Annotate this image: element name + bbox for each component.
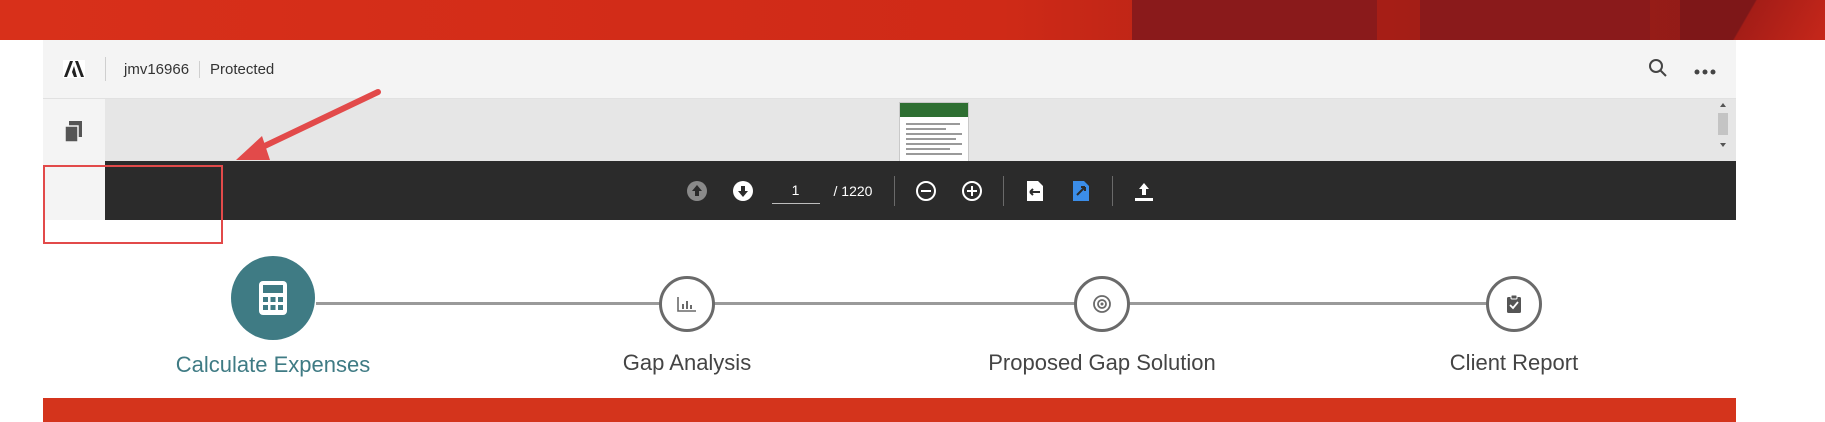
target-icon: [1074, 276, 1130, 332]
upload-icon[interactable]: [1129, 176, 1159, 206]
zoom-in-icon[interactable]: [957, 176, 987, 206]
toolbar-divider: [1112, 175, 1114, 206]
step-label: Gap Analysis: [622, 350, 752, 375]
vertical-scrollbar[interactable]: [1716, 99, 1730, 161]
zoom-out-icon[interactable]: [911, 176, 941, 206]
toolbar-divider: [1003, 175, 1005, 206]
step-proposed-gap-solution[interactable]: Proposed Gap Solution: [972, 262, 1232, 376]
page-thumbnail: [899, 102, 969, 161]
header-divider: [105, 57, 106, 81]
more-icon[interactable]: [1694, 62, 1716, 80]
annotation-highlight-box: [43, 165, 223, 244]
pages-icon[interactable]: [64, 121, 83, 148]
step-label: Client Report: [1449, 350, 1579, 375]
banner-block: [1420, 0, 1650, 40]
toolbar-divider: [894, 175, 896, 206]
step-label: Calculate Expenses: [175, 352, 371, 377]
step-calculate-expenses[interactable]: Calculate Expenses: [143, 256, 403, 378]
pdf-viewer: jmv16966 Protected 1 / 1220: [43, 40, 1736, 220]
page-total: / 1220: [833, 182, 873, 199]
calculator-icon: [231, 256, 315, 340]
top-banner: [0, 0, 1825, 40]
document-status: Protected: [199, 60, 274, 78]
step-gap-analysis[interactable]: Gap Analysis: [557, 262, 817, 376]
document-canvas: [105, 99, 1736, 161]
pdf-toolbar: / 1220: [105, 161, 1736, 220]
viewer-header: jmv16966 Protected: [43, 40, 1736, 99]
search-icon[interactable]: [1648, 58, 1668, 83]
stepper-connector: [316, 302, 1514, 305]
banner-block: [1132, 0, 1377, 40]
banner-slash: [1680, 0, 1825, 40]
page-up-icon[interactable]: [682, 176, 712, 206]
bottom-banner: [43, 398, 1736, 422]
chart-icon: [659, 276, 715, 332]
progress-stepper: Calculate Expenses Gap Analysis Proposed…: [0, 256, 1825, 382]
step-label: Proposed Gap Solution: [988, 350, 1216, 375]
page-down-icon[interactable]: [728, 176, 758, 206]
document-name: jmv16966: [124, 60, 190, 78]
adobe-logo-icon: [43, 40, 105, 98]
fit-width-icon[interactable]: [1066, 176, 1096, 206]
clipboard-icon: [1486, 276, 1542, 332]
page-number-input[interactable]: [771, 177, 820, 204]
step-client-report[interactable]: Client Report: [1384, 262, 1644, 376]
fit-page-icon[interactable]: [1020, 176, 1050, 206]
header-actions: [1648, 58, 1716, 83]
